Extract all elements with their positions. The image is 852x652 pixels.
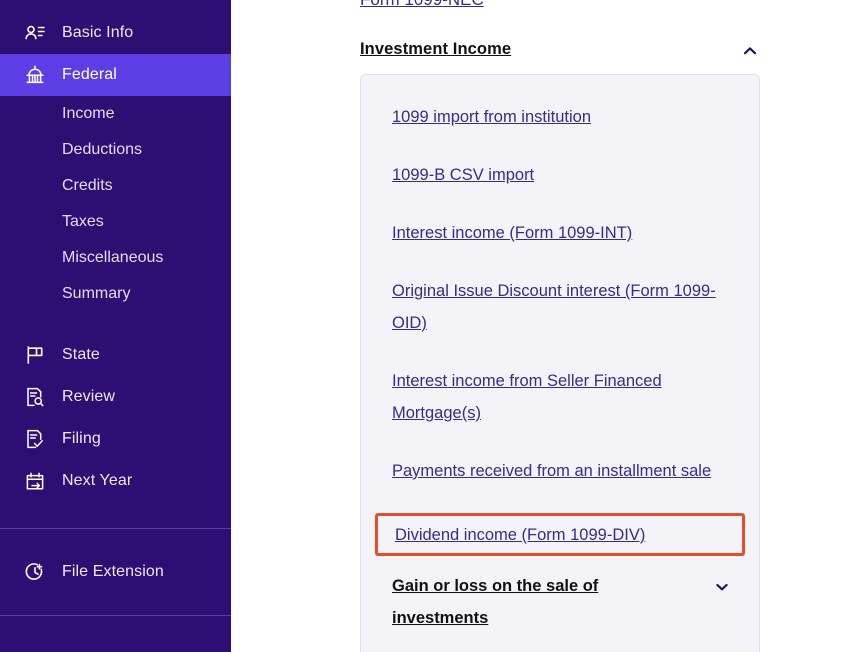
sidebar-subitem-label: Credits: [62, 177, 113, 194]
sidebar-subitem-label: Taxes: [62, 213, 104, 230]
sidebar-item-filing[interactable]: Filing: [0, 418, 231, 460]
list-item: 1099-B CSV import: [361, 159, 759, 191]
sidebar-item-label: Federal: [62, 66, 117, 83]
investment-income-panel: 1099 import from institution 1099-B CSV …: [360, 74, 760, 652]
sidebar-subitem-label: Deductions: [62, 141, 143, 158]
list-item: Payments received from an installment sa…: [361, 455, 759, 487]
link-original-issue-discount-1099-oid[interactable]: Original Issue Discount interest (Form 1…: [392, 282, 716, 332]
app-root: Basic Info Federal Income Deductions Cre…: [0, 0, 852, 652]
sidebar-item-file-extension[interactable]: File Extension: [0, 551, 231, 593]
sidebar-subitem-label: Miscellaneous: [62, 249, 164, 266]
sidebar-subitem-miscellaneous[interactable]: Miscellaneous: [0, 240, 231, 276]
link-interest-income-seller-financed-mortgage[interactable]: Interest income from Seller Financed Mor…: [392, 372, 662, 422]
sidebar-item-state[interactable]: State: [0, 334, 231, 376]
sidebar-mid-spacer: [0, 312, 231, 334]
sidebar-item-label: Filing: [62, 430, 101, 447]
highlight-box-dividend-income: Dividend income (Form 1099-DIV): [375, 513, 745, 556]
sidebar-item-review[interactable]: Review: [0, 376, 231, 418]
list-item: 1099 import from institution: [361, 101, 759, 133]
sidebar-divider-bottom: [0, 615, 231, 616]
sidebar-footer-spacer: [0, 529, 231, 551]
sidebar-item-next-year[interactable]: Next Year: [0, 460, 231, 502]
sidebar-subitem-income[interactable]: Income: [0, 96, 231, 132]
sidebar-lower-spacer: [0, 502, 231, 528]
document-check-icon: [22, 426, 48, 452]
sidebar-subitem-credits[interactable]: Credits: [0, 168, 231, 204]
user-card-icon: [22, 20, 48, 46]
sidebar-top-spacer: [0, 0, 231, 12]
link-dividend-income-1099-div[interactable]: Dividend income (Form 1099-DIV): [395, 519, 645, 551]
sidebar-subitem-deductions[interactable]: Deductions: [0, 132, 231, 168]
sidebar-subitem-taxes[interactable]: Taxes: [0, 204, 231, 240]
document-search-icon: [22, 384, 48, 410]
link-interest-income-1099-int[interactable]: Interest income (Form 1099-INT): [392, 224, 632, 242]
expandable-gain-or-loss-on-sale-of-investments[interactable]: Gain or loss on the sale of investments: [361, 570, 759, 634]
link-1099-import-from-institution[interactable]: 1099 import from institution: [392, 108, 591, 126]
sidebar-item-label: Review: [62, 388, 116, 405]
link-1099-b-csv-import[interactable]: 1099-B CSV import: [392, 166, 534, 184]
list-item: Interest income from Seller Financed Mor…: [361, 365, 759, 429]
list-item: Original Issue Discount interest (Form 1…: [361, 275, 759, 339]
sidebar-subitem-label: Income: [62, 105, 115, 122]
chevron-down-icon[interactable]: [713, 578, 731, 596]
sidebar: Basic Info Federal Income Deductions Cre…: [0, 0, 231, 652]
link-form-1099-nec[interactable]: Form 1099-NEC: [360, 0, 852, 12]
sidebar-item-label: File Extension: [62, 563, 164, 580]
sidebar-item-label: Basic Info: [62, 24, 134, 41]
link-payments-received-installment-sale[interactable]: Payments received from an installment sa…: [392, 462, 711, 480]
capitol-building-icon: [22, 62, 48, 88]
sidebar-item-basic-info[interactable]: Basic Info: [0, 12, 231, 54]
flag-icon: [22, 342, 48, 368]
list-item: Interest income (Form 1099-INT): [361, 217, 759, 249]
sidebar-bottom-spacer: [0, 593, 231, 615]
calendar-arrow-icon: [22, 468, 48, 494]
sidebar-subitem-label: Summary: [62, 285, 131, 302]
chevron-up-icon[interactable]: [740, 41, 760, 61]
main-content: Form 1099-NEC Investment Income 1099 imp…: [231, 0, 852, 652]
clock-plus-icon: [22, 559, 48, 585]
sidebar-subitem-summary[interactable]: Summary: [0, 276, 231, 312]
expandable-label: Gain or loss on the sale of investments: [392, 577, 599, 627]
section-title: Investment Income: [360, 40, 512, 58]
sidebar-item-label: Next Year: [62, 472, 133, 489]
section-header-investment-income[interactable]: Investment Income: [360, 40, 760, 61]
sidebar-item-federal[interactable]: Federal: [0, 54, 231, 96]
income-topics-list: Form 1099-NEC Investment Income 1099 imp…: [360, 0, 852, 652]
sidebar-item-label: State: [62, 346, 100, 363]
